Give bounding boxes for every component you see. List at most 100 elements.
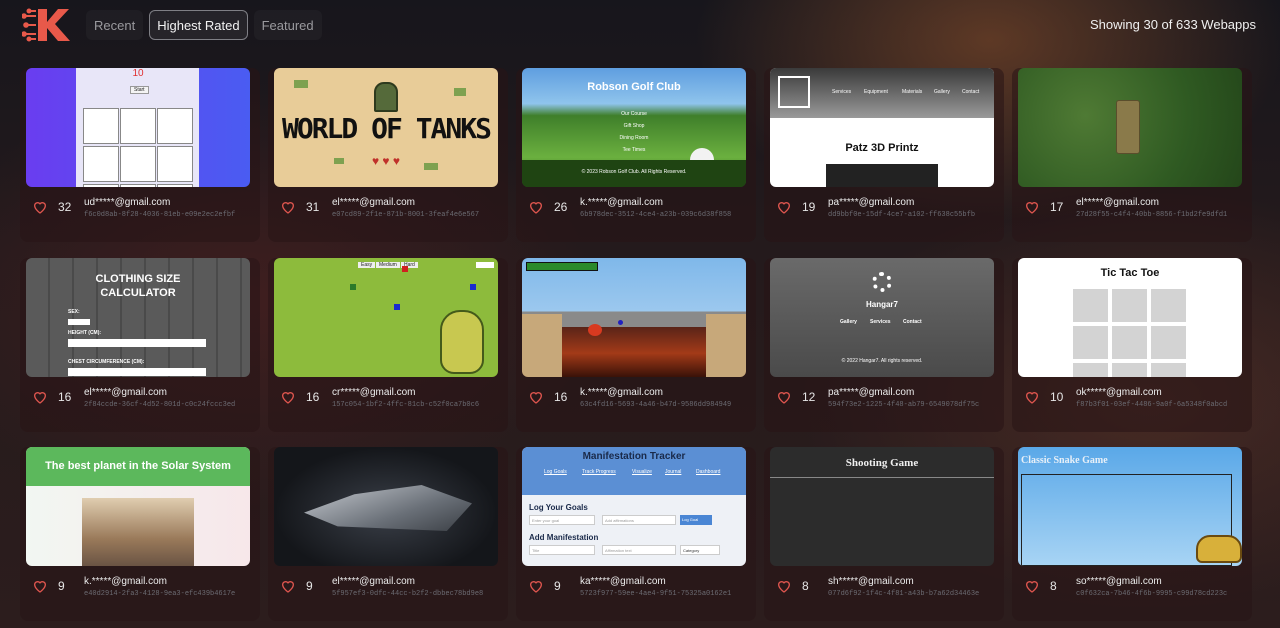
nav-link: Gallery xyxy=(934,89,950,95)
like-count: 16 xyxy=(554,390,568,404)
section-heading: Log Your Goals xyxy=(529,503,588,512)
card-meta: 8 so*****@gmail.com c0f632ca-7b46-4f6b-9… xyxy=(1018,573,1242,613)
webapp-thumbnail[interactable]: Hangar7 Gallery Services Contact © 2022 … xyxy=(770,258,994,377)
heart-icon[interactable] xyxy=(528,578,544,594)
heart-icon[interactable] xyxy=(32,199,48,215)
heart-icon[interactable] xyxy=(528,389,544,405)
webapp-thumbnail[interactable]: Robson Golf Club Our Course Gift Shop Di… xyxy=(522,68,746,187)
like-count: 26 xyxy=(554,200,568,214)
field-label: HEIGHT (CM): xyxy=(68,330,102,336)
webapp-card[interactable]: 10 Start 32 ud*****@gmail.com f6c0d8ab-8… xyxy=(20,68,260,242)
like-count: 12 xyxy=(802,390,816,404)
webapp-card[interactable]: Manifestation Tracker Log Goals Track Pr… xyxy=(516,447,756,621)
webapp-id: 5723f977-59ee-4ae4-9f51-75325a0162e1 xyxy=(580,590,732,598)
webapp-thumbnail[interactable]: WORLD OF TANKS ♥ ♥ ♥ xyxy=(274,68,498,187)
nav-link: Services xyxy=(832,89,852,95)
like-count: 16 xyxy=(306,390,320,404)
author-email: cr*****@gmail.com xyxy=(332,387,416,398)
game-title: WORLD OF TANKS xyxy=(281,112,492,145)
like-count: 9 xyxy=(306,579,313,593)
heart-icon[interactable] xyxy=(776,199,792,215)
heart-icon[interactable] xyxy=(776,578,792,594)
nav-link: Services xyxy=(870,319,891,325)
card-meta: 9 k.*****@gmail.com e40d2914-2fa3-4128-9… xyxy=(26,573,250,613)
webapp-card[interactable]: 9 el*****@gmail.com 5f957ef3-0dfc-44cc-b… xyxy=(268,447,508,621)
webapp-card[interactable]: The best planet in the Solar System 9 k.… xyxy=(20,447,260,621)
webapp-card[interactable]: Tic Tac Toe 10 ok*****@gmail.com f87b3f0… xyxy=(1012,258,1252,432)
author-email: sh*****@gmail.com xyxy=(828,576,914,587)
tab-highest-rated[interactable]: Highest Rated xyxy=(149,10,248,40)
author-email: el*****@gmail.com xyxy=(332,576,415,587)
card-meta: 26 k.*****@gmail.com 6b978dec-3512-4ce4-… xyxy=(522,194,746,234)
author-email: el*****@gmail.com xyxy=(1076,197,1159,208)
results-count: Showing 30 of 633 Webapps xyxy=(1090,17,1256,32)
webapp-card[interactable]: Hangar7 Gallery Services Contact © 2022 … xyxy=(764,258,1004,432)
author-email: k.*****@gmail.com xyxy=(580,197,663,208)
card-meta: 10 ok*****@gmail.com f87b3f01-03ef-4486-… xyxy=(1018,384,1242,424)
card-meta: 16 k.*****@gmail.com 63c4fd16-5693-4a46-… xyxy=(522,384,746,424)
webapp-card[interactable]: Services Equipment Materials Gallery Con… xyxy=(764,68,1004,242)
author-email: pa*****@gmail.com xyxy=(828,197,915,208)
webapp-card[interactable]: Robson Golf Club Our Course Gift Shop Di… xyxy=(516,68,756,242)
heart-icon[interactable] xyxy=(280,389,296,405)
nav-link: Dashboard xyxy=(696,469,721,475)
heart-icon[interactable] xyxy=(528,199,544,215)
like-count: 32 xyxy=(58,200,72,214)
webapp-card[interactable]: Classic Snake Game 8 so*****@gmail.com c… xyxy=(1012,447,1252,621)
webapp-card[interactable]: Shooting Game 8 sh*****@gmail.com 077d6f… xyxy=(764,447,1004,621)
webapp-id: e07cd89-2f1e-871b-8001-3feaf4e6e567 xyxy=(332,211,480,219)
logo-icon[interactable] xyxy=(21,6,72,44)
difficulty-button: Medium xyxy=(376,262,400,268)
webapp-card[interactable]: WORLD OF TANKS ♥ ♥ ♥ 31 el*****@gmail.co… xyxy=(268,68,508,242)
webapp-thumbnail[interactable]: Easy Medium Hard xyxy=(274,258,498,377)
like-count: 8 xyxy=(1050,579,1057,593)
goal-input: Enter your goal xyxy=(529,515,595,525)
nav-link: Tee Times xyxy=(622,147,646,153)
nav-link: Our Course xyxy=(621,111,647,117)
app-title: CLOTHING SIZE CALCULATOR xyxy=(95,273,181,299)
like-count: 10 xyxy=(1050,390,1064,404)
webapp-card[interactable]: 16 k.*****@gmail.com 63c4fd16-5693-4a46-… xyxy=(516,258,756,432)
webapp-thumbnail[interactable]: Classic Snake Game xyxy=(1018,447,1242,566)
nav-link: Track Progress xyxy=(582,469,616,475)
affirmation-input: Add affirmations xyxy=(602,515,676,525)
heart-icon[interactable] xyxy=(32,578,48,594)
webapp-thumbnail[interactable]: The best planet in the Solar System xyxy=(26,447,250,566)
tab-featured[interactable]: Featured xyxy=(254,10,322,40)
webapp-thumbnail[interactable]: CLOTHING SIZE CALCULATOR SEX: HEIGHT (CM… xyxy=(26,258,250,377)
site-title: Hangar7 xyxy=(865,300,898,309)
webapp-card[interactable]: Easy Medium Hard 16 cr*****@gmail.com 15… xyxy=(268,258,508,432)
heart-icon[interactable] xyxy=(280,578,296,594)
heart-icon[interactable] xyxy=(1024,578,1040,594)
like-count: 17 xyxy=(1050,200,1064,214)
heart-icon[interactable] xyxy=(776,389,792,405)
heart-icon[interactable] xyxy=(32,389,48,405)
game-title: Classic Snake Game xyxy=(1021,455,1108,466)
webapp-card[interactable]: 17 el*****@gmail.com 27d28f55-c4f4-40bb-… xyxy=(1012,68,1252,242)
webapp-thumbnail[interactable]: Manifestation Tracker Log Goals Track Pr… xyxy=(522,447,746,566)
heart-icon[interactable] xyxy=(1024,389,1040,405)
webapp-id: dd9bbf0e-15df-4ce7-a102-ff638c55bfb xyxy=(828,211,976,219)
webapp-thumbnail[interactable]: Services Equipment Materials Gallery Con… xyxy=(770,68,994,187)
tab-recent[interactable]: Recent xyxy=(86,10,143,40)
footer-text: © 2023 Robson Golf Club. All Rights Rese… xyxy=(581,169,687,175)
heart-icon[interactable] xyxy=(1024,199,1040,215)
webapp-id: 077d6f92-1f4c-4f81-a43b-b7a62d34463e xyxy=(828,590,980,598)
site-title: Manifestation Tracker xyxy=(582,451,686,462)
nav-link: Dining Room xyxy=(619,135,649,141)
webapp-thumbnail[interactable] xyxy=(274,447,498,566)
webapp-id: 2f84ccde-36cf-4d52-801d-c0c24fccc3ed xyxy=(84,401,236,409)
printer-logo-icon xyxy=(778,76,810,108)
webapp-id: 63c4fd16-5693-4a46-b47d-9586dd984949 xyxy=(580,401,732,409)
heart-icon[interactable] xyxy=(280,199,296,215)
webapp-thumbnail[interactable] xyxy=(1018,68,1242,187)
nav-link: Contact xyxy=(903,319,922,325)
webapp-thumbnail[interactable]: Shooting Game xyxy=(770,447,994,566)
snake-icon xyxy=(440,310,484,374)
webapp-thumbnail[interactable]: Tic Tac Toe xyxy=(1018,258,1242,377)
webapp-thumbnail[interactable] xyxy=(522,258,746,377)
webapp-thumbnail[interactable]: 10 Start xyxy=(26,68,250,187)
webapp-card[interactable]: CLOTHING SIZE CALCULATOR SEX: HEIGHT (CM… xyxy=(20,258,260,432)
like-count: 19 xyxy=(802,200,816,214)
field-label: SEX: xyxy=(68,309,80,315)
